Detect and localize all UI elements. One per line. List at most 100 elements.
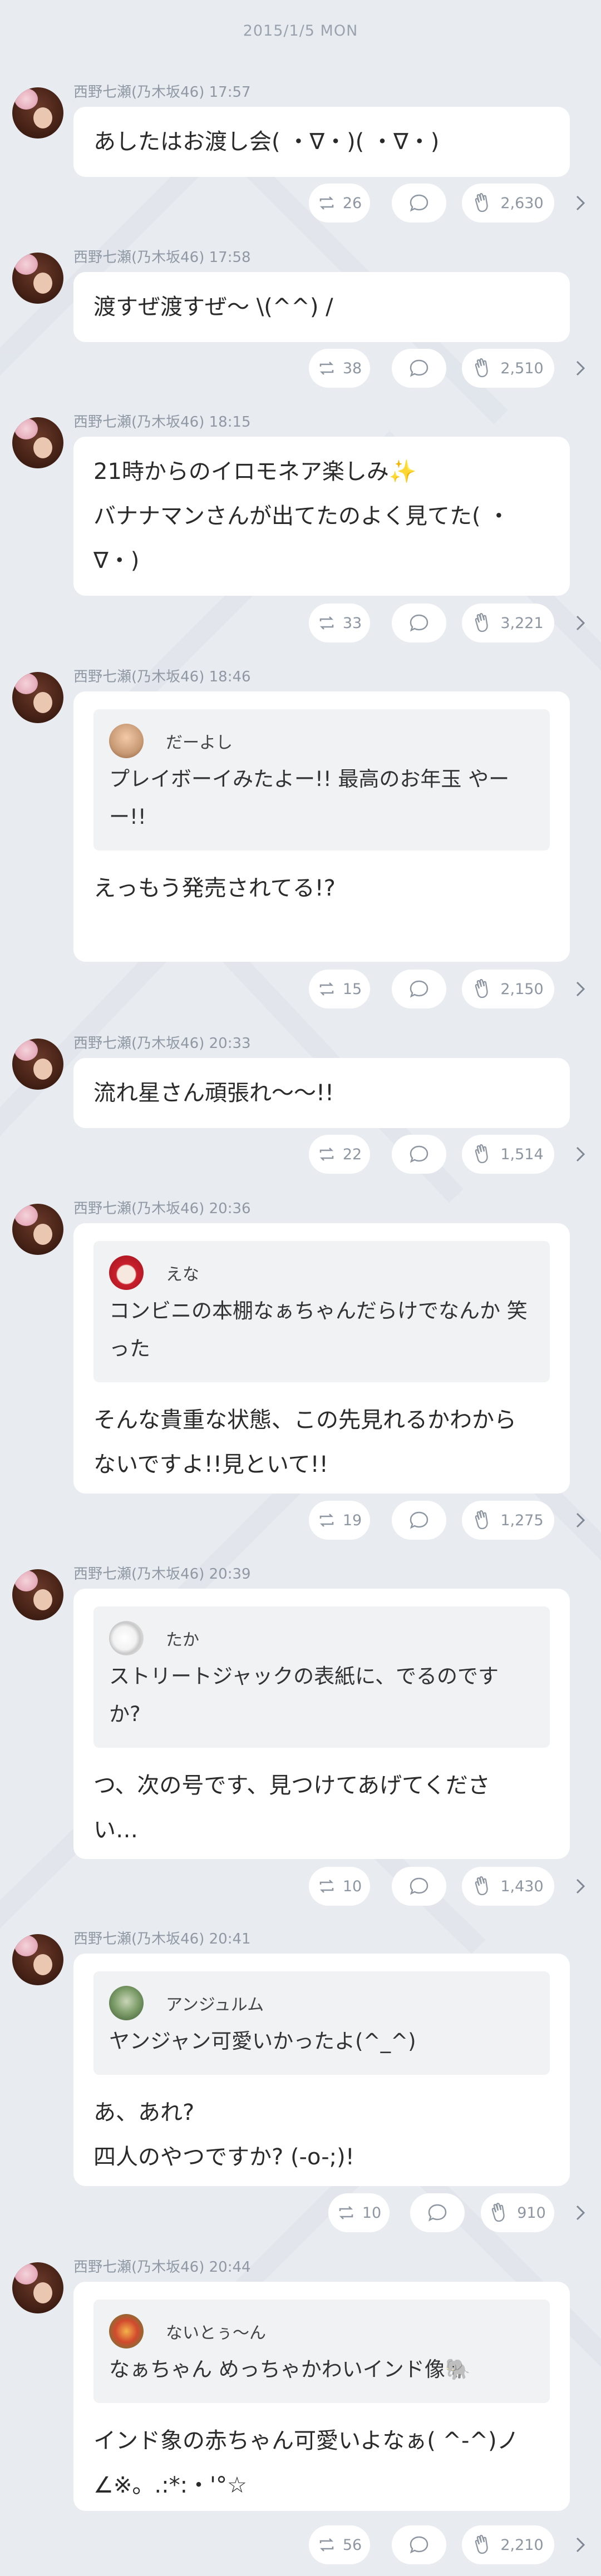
retweet-icon bbox=[319, 196, 334, 210]
retweet-icon bbox=[319, 362, 334, 375]
avatar[interactable] bbox=[12, 1204, 63, 1255]
avatar[interactable] bbox=[12, 87, 63, 139]
retweet-button[interactable]: 19 bbox=[309, 1501, 370, 1540]
comment-button[interactable] bbox=[392, 2525, 446, 2564]
comment-button[interactable] bbox=[392, 184, 446, 223]
retweet-icon bbox=[319, 1880, 334, 1893]
comment-button[interactable] bbox=[392, 604, 446, 642]
chevron-right-icon[interactable] bbox=[572, 614, 589, 632]
comment-icon bbox=[410, 194, 428, 212]
message-bubble: 渡すぜ渡すぜ～ \(^^) / bbox=[73, 272, 570, 342]
quoted-message[interactable]: えな コンビニの本棚なぁちゃんだらけでなんか 笑った bbox=[93, 1241, 550, 1382]
quote-avatar bbox=[109, 2314, 144, 2348]
comment-icon bbox=[410, 614, 428, 632]
chevron-right-icon[interactable] bbox=[572, 359, 589, 378]
message-bubble: えな コンビニの本棚なぁちゃんだらけでなんか 笑った そんな貴重な状態、この先見… bbox=[73, 1223, 570, 1494]
clap-icon bbox=[491, 2203, 505, 2222]
post-actions: 22 1,514 bbox=[0, 1135, 601, 1174]
clap-icon bbox=[475, 2535, 488, 2554]
quoted-message[interactable]: たか ストリートジャックの表紙に、でるのです か? bbox=[93, 1606, 550, 1748]
post-meta: 西野七瀬(乃木坂46) 20:33 bbox=[73, 1035, 251, 1052]
chevron-right-icon[interactable] bbox=[572, 980, 589, 998]
post-actions: 15 2,150 bbox=[0, 970, 601, 1008]
like-button[interactable]: 2,510 bbox=[462, 349, 554, 388]
message-text: 渡すぜ渡すぜ～ \(^^) / bbox=[93, 294, 333, 320]
post-meta: 西野七瀬(乃木坂46) 20:36 bbox=[73, 1200, 251, 1217]
retweet-button[interactable]: 56 bbox=[309, 2525, 370, 2564]
post-meta: 西野七瀬(乃木坂46) 18:15 bbox=[73, 414, 251, 431]
quote-author: たか bbox=[166, 1630, 199, 1650]
retweet-icon bbox=[319, 982, 334, 996]
comment-icon bbox=[410, 980, 428, 998]
quote-avatar bbox=[109, 1621, 144, 1655]
avatar[interactable] bbox=[12, 417, 63, 468]
like-button[interactable]: 1,430 bbox=[462, 1867, 554, 1906]
quote-author: アンジュルム bbox=[166, 1995, 264, 2015]
like-button[interactable]: 1,514 bbox=[462, 1135, 554, 1174]
comment-button[interactable] bbox=[392, 1867, 446, 1906]
post-actions: 26 2,630 bbox=[0, 184, 601, 223]
quote-author: えな bbox=[166, 1265, 199, 1284]
comment-icon bbox=[410, 1511, 428, 1529]
like-button[interactable]: 2,630 bbox=[462, 184, 554, 223]
like-button[interactable]: 1,275 bbox=[462, 1501, 554, 1540]
quote-avatar bbox=[109, 1255, 144, 1290]
retweet-icon bbox=[339, 2206, 353, 2219]
post-meta: 西野七瀬(乃木坂46) 20:41 bbox=[73, 1931, 251, 1947]
chevron-right-icon[interactable] bbox=[572, 1877, 589, 1896]
avatar[interactable] bbox=[12, 253, 63, 304]
post-meta: 西野七瀬(乃木坂46) 18:46 bbox=[73, 669, 251, 685]
quoted-message[interactable]: アンジュルム ヤンジャン可愛いかったよ(^_^) bbox=[93, 1971, 550, 2075]
comment-button[interactable] bbox=[392, 1501, 446, 1540]
quoted-message[interactable]: ないとぅ〜ん なぁちゃん めっちゃかわいインド像🐘 bbox=[93, 2300, 550, 2403]
comment-icon bbox=[410, 359, 428, 377]
message-bubble: ないとぅ〜ん なぁちゃん めっちゃかわいインド像🐘 インド象の赤ちゃん可愛いよな… bbox=[73, 2282, 570, 2511]
retweet-icon bbox=[319, 1514, 334, 1527]
message-text: 流れ星さん頑張れ～～!! bbox=[93, 1080, 334, 1106]
post-meta: 西野七瀬(乃木坂46) 17:58 bbox=[73, 249, 251, 266]
quote-author: ないとぅ〜ん bbox=[166, 2323, 266, 2343]
like-button[interactable]: 2,150 bbox=[462, 970, 554, 1008]
like-button[interactable]: 2,210 bbox=[462, 2525, 554, 2564]
chevron-right-icon[interactable] bbox=[572, 2535, 589, 2554]
chevron-right-icon[interactable] bbox=[572, 1511, 589, 1530]
chevron-right-icon[interactable] bbox=[572, 1145, 589, 1164]
comment-icon bbox=[410, 1145, 428, 1163]
avatar[interactable] bbox=[12, 1569, 63, 1620]
retweet-button[interactable]: 26 bbox=[309, 184, 370, 223]
comment-button[interactable] bbox=[392, 1135, 446, 1174]
avatar[interactable] bbox=[12, 672, 63, 723]
comment-button[interactable] bbox=[392, 970, 446, 1008]
comment-button[interactable] bbox=[410, 2193, 465, 2232]
message-text: えっもう発売されてる!? bbox=[93, 876, 336, 901]
like-button[interactable]: 910 bbox=[481, 2193, 554, 2232]
chevron-right-icon[interactable] bbox=[572, 194, 589, 212]
post-actions: 56 2,210 bbox=[0, 2525, 601, 2564]
retweet-button[interactable]: 10 bbox=[328, 2193, 390, 2232]
clap-icon bbox=[475, 193, 488, 212]
retweet-button[interactable]: 38 bbox=[309, 349, 370, 388]
retweet-button[interactable]: 10 bbox=[309, 1867, 370, 1906]
avatar[interactable] bbox=[12, 1039, 63, 1090]
post-actions: 19 1,275 bbox=[0, 1501, 601, 1540]
comment-button[interactable] bbox=[392, 349, 446, 388]
message-bubble: 21時からのイロモネア楽しみ✨ バナナマンさんが出てたのよく見てた( ・ ∇・) bbox=[73, 437, 570, 596]
retweet-icon bbox=[319, 616, 334, 630]
message-bubble: だーよし プレイボーイみたよー!! 最高のお年玉 やーー!! えっもう発売されて… bbox=[73, 691, 570, 962]
comment-icon bbox=[410, 1877, 428, 1895]
quote-text: ストリートジャックの表紙に、でるのです か? bbox=[109, 1664, 499, 1726]
avatar[interactable] bbox=[12, 1934, 63, 1985]
post-meta: 西野七瀬(乃木坂46) 20:39 bbox=[73, 1566, 251, 1583]
retweet-button[interactable]: 15 bbox=[309, 970, 370, 1008]
clap-icon bbox=[475, 358, 488, 378]
like-button[interactable]: 3,221 bbox=[462, 604, 554, 642]
chevron-right-icon[interactable] bbox=[572, 2203, 589, 2222]
comment-icon bbox=[410, 2536, 428, 2554]
avatar[interactable] bbox=[12, 2262, 63, 2313]
message-bubble: あしたはお渡し会( ・∇・)( ・∇・) bbox=[73, 107, 570, 177]
retweet-button[interactable]: 33 bbox=[309, 604, 370, 642]
quoted-message[interactable]: だーよし プレイボーイみたよー!! 最高のお年玉 やーー!! bbox=[93, 709, 550, 851]
retweet-button[interactable]: 22 bbox=[309, 1135, 370, 1174]
comment-icon bbox=[428, 2204, 447, 2222]
clap-icon bbox=[475, 1144, 488, 1164]
